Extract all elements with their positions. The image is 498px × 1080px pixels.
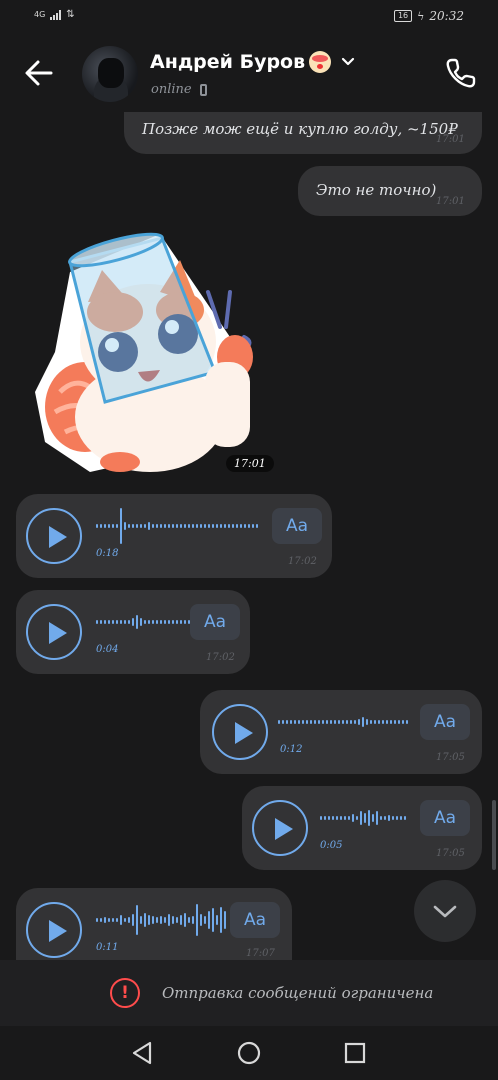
avatar[interactable] [82,46,138,102]
battery-icon: 16 [393,10,413,22]
transcribe-button[interactable]: Aa [272,508,322,544]
voice-duration: 0:05 [320,840,343,851]
system-navigation-bar [0,1026,498,1080]
message-time: 17:07 [246,948,275,959]
contact-name: Андрей Буров [150,51,306,73]
message-text: Это не точно) [316,181,437,199]
scroll-down-button[interactable] [414,880,476,942]
voice-duration: 0:11 [96,942,119,953]
messaging-restricted-bar: ! Отправка сообщений ограничена [0,960,498,1026]
message-text: Позже мож ещё и куплю голду, ~150₽ [142,120,458,138]
sticker-time: 17:01 [226,455,274,472]
voice-message[interactable]: 0:18 Aa 17:02 [16,494,332,578]
transcribe-button[interactable]: Aa [230,902,280,938]
voice-message[interactable]: 0:12 Aa 17:05 [200,690,482,774]
voice-message[interactable]: 0:11 Aa 17:07 [16,888,292,960]
transcribe-button[interactable]: Aa [420,704,470,740]
status-bar: 4G ⇅ 16 ϟ 20:32 [0,0,498,36]
message-bubble[interactable]: Это не точно) 17:01 [298,166,482,216]
recents-square-icon[interactable] [342,1040,368,1066]
chevron-down-icon [433,905,457,918]
message-time: 17:02 [288,556,317,567]
arrow-left-icon[interactable] [22,56,56,90]
transcribe-button[interactable]: Aa [420,800,470,836]
back-triangle-icon[interactable] [130,1040,156,1066]
play-button[interactable] [26,604,82,660]
restricted-text: Отправка сообщений ограничена [162,984,434,1002]
play-button[interactable] [26,902,82,958]
message-time: 17:02 [206,652,235,663]
waveform[interactable] [96,604,190,640]
status-left: 4G ⇅ [34,9,75,20]
waveform[interactable] [96,508,258,544]
voice-message[interactable]: 0:05 Aa 17:05 [242,786,482,870]
scrollbar[interactable] [492,800,496,870]
voice-duration: 0:18 [96,548,119,559]
message-time: 17:05 [436,848,465,859]
message-time: 17:05 [436,752,465,763]
voice-duration: 0:12 [280,744,303,755]
voice-message[interactable]: 0:04 Aa 17:02 [16,590,250,674]
contact-name-row[interactable]: Андрей Буров [150,51,355,73]
message-time: 17:01 [436,196,465,207]
phone-icon[interactable] [444,56,478,90]
mobile-device-icon [199,83,207,96]
cat-sticker[interactable] [30,232,270,482]
waveform[interactable] [320,800,406,836]
exclamation-icon: ! [110,978,140,1008]
network-label: 4G [34,10,46,19]
charging-icon: ϟ [417,9,425,23]
clock: 20:32 [429,9,464,23]
presence-status: online [151,82,207,97]
chat-header: Андрей Буров online [0,36,498,112]
play-button[interactable] [252,800,308,856]
play-button[interactable] [212,704,268,760]
status-right: 16 ϟ 20:32 [393,9,464,23]
online-label: online [151,82,192,97]
clown-emoji-icon [309,51,332,73]
play-button[interactable] [26,508,82,564]
home-circle-icon[interactable] [236,1040,262,1066]
message-bubble[interactable]: Позже мож ещё и куплю голду, ~150₽ 17:01 [124,112,482,154]
data-icon: ⇅ [66,9,75,20]
voice-duration: 0:04 [96,644,119,655]
waveform[interactable] [278,704,408,740]
message-time: 17:01 [436,134,465,145]
waveform[interactable] [96,902,226,938]
transcribe-button[interactable]: Aa [190,604,240,640]
signal-icon [50,9,62,20]
chevron-down-icon[interactable] [341,55,355,69]
